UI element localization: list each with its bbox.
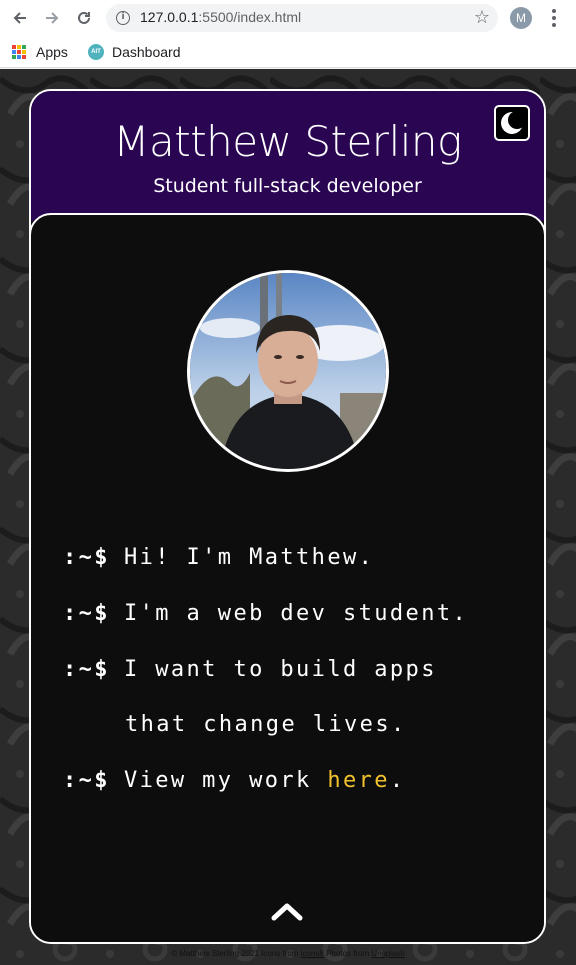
site-info-icon[interactable]: i bbox=[116, 11, 130, 25]
profile-photo bbox=[187, 270, 389, 472]
page-viewport: Matthew Sterling Student full-stack deve… bbox=[0, 69, 576, 965]
terminal-prompt: :~$ bbox=[63, 657, 110, 682]
browser-menu-icon[interactable] bbox=[546, 6, 562, 30]
back-arrow-icon[interactable] bbox=[6, 4, 34, 32]
card-header: Matthew Sterling Student full-stack deve… bbox=[31, 91, 544, 221]
terminal-line: :~$ Hi! I'm Matthew. bbox=[63, 545, 374, 570]
terminal-text: that change lives. bbox=[125, 712, 407, 737]
terminal-text: . bbox=[389, 768, 406, 793]
bookmark-star-icon[interactable]: ☆ bbox=[474, 7, 490, 28]
scroll-up-button[interactable] bbox=[269, 900, 305, 924]
bookmark-label: Apps bbox=[36, 44, 68, 60]
chevron-up-icon bbox=[271, 903, 303, 921]
profile-card: Matthew Sterling Student full-stack deve… bbox=[29, 89, 546, 944]
profile-avatar[interactable]: M bbox=[510, 7, 532, 29]
footer-text: © Matthew Sterling 2021 Icons from bbox=[171, 949, 301, 958]
url-text: 127.0.0.1:5500/index.html bbox=[140, 9, 301, 25]
dashboard-icon: AIT bbox=[88, 44, 104, 60]
terminal-prompt: :~$ bbox=[63, 545, 110, 570]
bookmark-apps[interactable]: Apps bbox=[12, 42, 68, 62]
footer-text: Photos from bbox=[323, 949, 372, 958]
terminal-text: Hi! I'm Matthew. bbox=[123, 545, 375, 570]
icons8-link[interactable]: icons8 bbox=[301, 949, 324, 958]
terminal-line: :~$ I want to build apps bbox=[63, 657, 437, 682]
terminal-text: I'm a web dev student. bbox=[123, 601, 469, 626]
terminal-prompt: :~$ bbox=[63, 601, 110, 626]
terminal-text: I want to build apps bbox=[123, 657, 437, 682]
page-title: Matthew Sterling bbox=[113, 117, 462, 166]
bookmarks-bar: Apps AIT Dashboard bbox=[0, 36, 576, 68]
page-subtitle: Student full-stack developer bbox=[153, 175, 422, 197]
view-work-link[interactable]: here bbox=[327, 768, 390, 793]
terminal-prompt: :~$ bbox=[63, 768, 110, 793]
forward-arrow-icon[interactable] bbox=[38, 4, 66, 32]
terminal-line: :~$ View my work here. bbox=[63, 768, 406, 793]
bookmark-dashboard[interactable]: AIT Dashboard bbox=[88, 42, 181, 62]
terminal-line: :~$ I'm a web dev student. bbox=[63, 601, 468, 626]
moon-icon bbox=[501, 111, 526, 134]
url-host: 127.0.0.1 bbox=[140, 9, 199, 25]
browser-toolbar: i 127.0.0.1:5500/index.html ☆ M bbox=[0, 0, 576, 36]
theme-toggle-button[interactable] bbox=[494, 105, 530, 141]
reload-icon[interactable] bbox=[70, 4, 98, 32]
address-bar[interactable]: i 127.0.0.1:5500/index.html ☆ bbox=[106, 4, 498, 32]
url-path: :5500/index.html bbox=[198, 9, 302, 25]
terminal-line: that change lives. bbox=[63, 712, 407, 737]
bookmark-label: Dashboard bbox=[112, 44, 181, 60]
unsplash-link[interactable]: Unsplash bbox=[371, 949, 404, 958]
apps-grid-icon bbox=[12, 45, 26, 59]
card-body: :~$ Hi! I'm Matthew. :~$ I'm a web dev stu… bbox=[31, 213, 544, 942]
footer-credits: © Matthew Sterling 2021 Icons from icons… bbox=[0, 949, 576, 958]
terminal-text: View my work bbox=[123, 768, 328, 793]
